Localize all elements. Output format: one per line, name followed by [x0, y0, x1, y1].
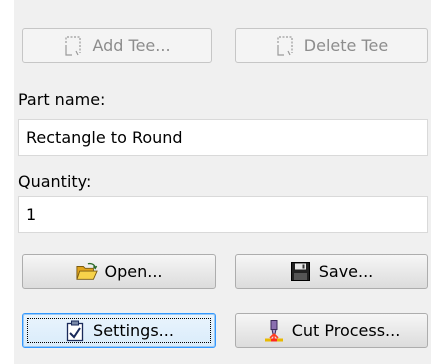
- part-name-field[interactable]: [18, 119, 428, 156]
- checklist-icon: [64, 320, 86, 342]
- open-button[interactable]: Open...: [22, 254, 216, 289]
- settings-label: Settings...: [93, 321, 174, 340]
- part-name-label: Part name:: [18, 90, 106, 109]
- settings-button[interactable]: Settings...: [22, 313, 216, 348]
- delete-tee-button[interactable]: Delete Tee: [235, 28, 428, 63]
- left-panel-strip: [0, 0, 14, 364]
- quantity-field[interactable]: [18, 196, 428, 233]
- open-folder-icon: [75, 261, 98, 283]
- quantity-label: Quantity:: [18, 172, 92, 191]
- add-tee-label: Add Tee...: [92, 36, 171, 55]
- save-label: Save...: [318, 262, 374, 281]
- open-label: Open...: [104, 262, 163, 281]
- tee-bracket-icon: [63, 35, 85, 57]
- tee-bracket-icon: [275, 35, 297, 57]
- torch-cut-icon: [263, 319, 285, 342]
- delete-tee-label: Delete Tee: [303, 36, 389, 55]
- cut-process-label: Cut Process...: [291, 321, 401, 340]
- add-tee-button[interactable]: Add Tee...: [22, 28, 212, 63]
- floppy-disk-icon: [290, 261, 312, 283]
- cut-process-button[interactable]: Cut Process...: [235, 313, 428, 348]
- save-button[interactable]: Save...: [235, 254, 428, 289]
